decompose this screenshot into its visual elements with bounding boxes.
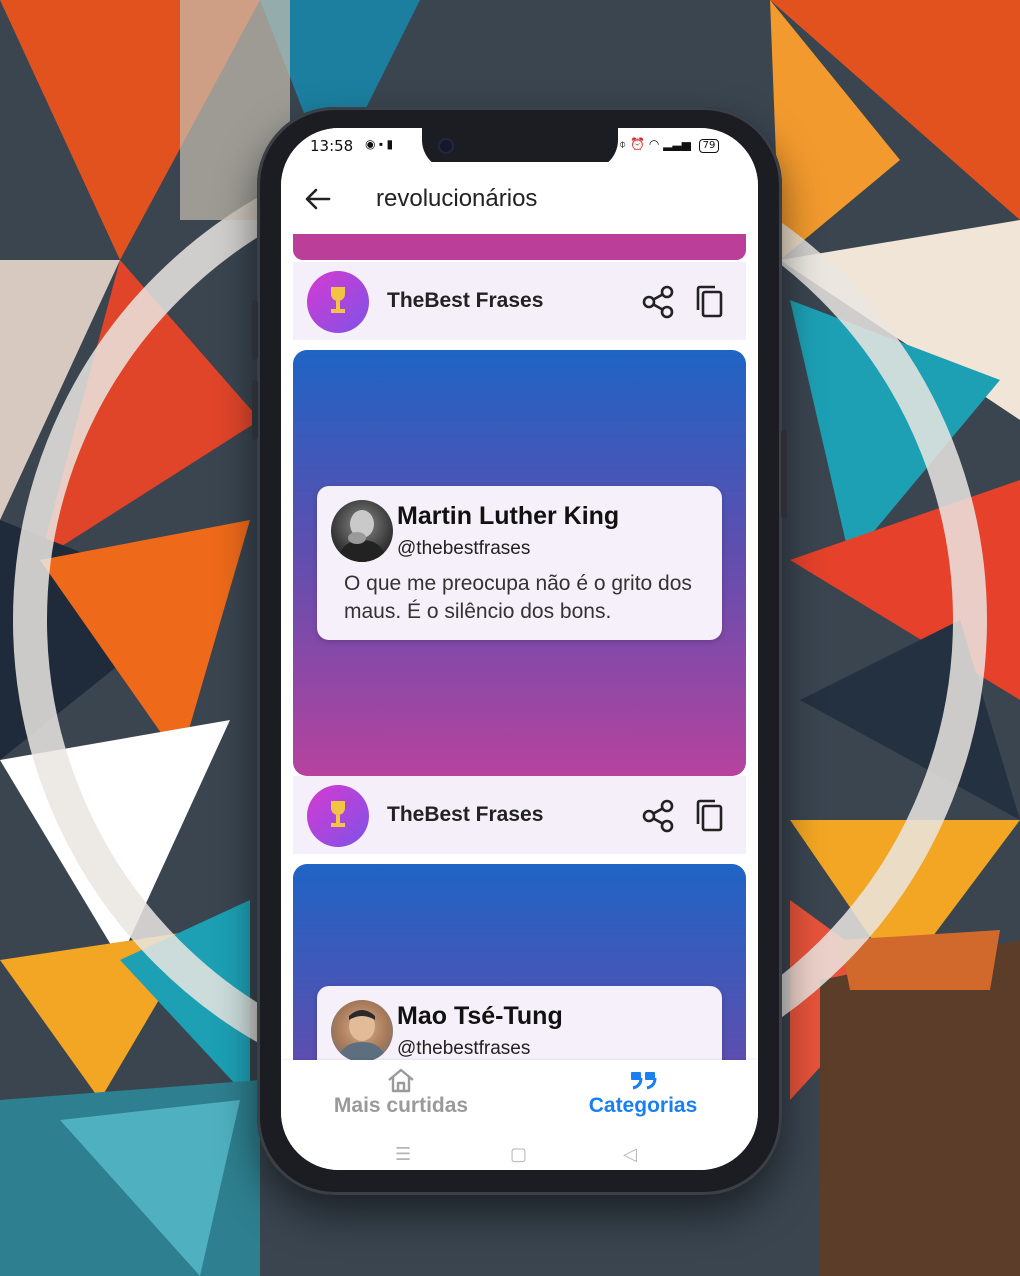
quote-tweet: Mao Tsé-Tung @thebestfrases <box>317 986 722 1060</box>
quote-card[interactable]: Mao Tsé-Tung @thebestfrases <box>293 864 746 1060</box>
back-button[interactable] <box>301 182 335 216</box>
quote-feed[interactable]: TheBest Frases Martin Luther King @thebe… <box>281 234 758 1060</box>
author-name: Mao Tsé-Tung <box>397 1002 563 1030</box>
copy-icon <box>696 799 723 832</box>
app-notification-icon: ▮ <box>386 137 394 151</box>
author-avatar <box>331 500 393 562</box>
phone-volume-down-button <box>252 380 258 440</box>
brand-logo <box>307 271 369 333</box>
card-footer: TheBest Frases <box>293 262 746 340</box>
vibrate-icon: ⌽ <box>619 137 627 151</box>
back-system-icon[interactable]: ◁ <box>623 1144 637 1165</box>
notification-icons: ◉ ▪ ▮ <box>365 137 393 151</box>
nav-item-categorias[interactable]: Categorias <box>563 1066 723 1118</box>
status-time: 13:58 <box>310 137 354 155</box>
quote-tweet: Martin Luther King @thebestfrases O que … <box>317 486 722 640</box>
trophy-icon <box>331 287 345 313</box>
share-button[interactable] <box>640 284 676 320</box>
author-handle: @thebestfrases <box>397 1038 531 1059</box>
quote-card-partial <box>293 234 746 260</box>
phone-volume-up-button <box>252 300 258 360</box>
phone-screen: 13:58 ◉ ▪ ▮ ⌽ ⏰ ◠ ▂▃▅ 79 revolucionários <box>281 128 758 1170</box>
recents-icon[interactable]: ☰ <box>395 1144 411 1165</box>
bottom-navigation: Mais curtidas Categorias <box>281 1060 758 1138</box>
author-name: Martin Luther King <box>397 502 620 530</box>
nav-item-mais-curtidas[interactable]: Mais curtidas <box>321 1066 481 1118</box>
quote-card[interactable]: Martin Luther King @thebestfrases O que … <box>293 350 746 776</box>
card-footer: TheBest Frases <box>293 776 746 854</box>
alarm-icon: ⏰ <box>630 137 645 151</box>
front-camera <box>440 140 452 152</box>
quote-icon <box>631 1072 657 1090</box>
wifi-icon: ◠ <box>648 137 660 151</box>
trophy-icon <box>331 801 345 827</box>
share-button[interactable] <box>640 798 676 834</box>
author-handle: @thebestfrases <box>397 538 531 559</box>
cell-signal-icon: ▂▃▅ <box>663 137 691 151</box>
arrow-left-icon <box>305 188 331 210</box>
battery-icon: 79 <box>698 139 720 153</box>
whatsapp-icon: ◉ <box>365 137 376 151</box>
signal-small-icon: ▪ <box>378 137 384 151</box>
status-right-icons: ⌽ ⏰ ◠ ▂▃▅ 79 <box>619 137 720 153</box>
brand-name: TheBest Frases <box>387 289 544 312</box>
brand-logo <box>307 785 369 847</box>
copy-icon <box>696 285 723 318</box>
app-bar: revolucionários <box>281 162 758 234</box>
author-avatar <box>331 1000 393 1060</box>
system-navigation-bar: ☰ ▢ ◁ <box>281 1138 758 1170</box>
nav-label: Categorias <box>588 1094 698 1117</box>
phone-power-button <box>781 430 787 518</box>
copy-button[interactable] <box>691 284 727 320</box>
share-icon <box>642 799 674 833</box>
nav-label: Mais curtidas <box>333 1094 469 1117</box>
copy-button[interactable] <box>691 798 727 834</box>
share-icon <box>642 285 674 319</box>
home-icon <box>388 1068 414 1093</box>
home-system-icon[interactable]: ▢ <box>510 1144 527 1165</box>
page-title: revolucionários <box>376 185 538 212</box>
quote-text: O que me preocupa não é o grito dos maus… <box>344 572 692 623</box>
brand-name: TheBest Frases <box>387 803 544 826</box>
